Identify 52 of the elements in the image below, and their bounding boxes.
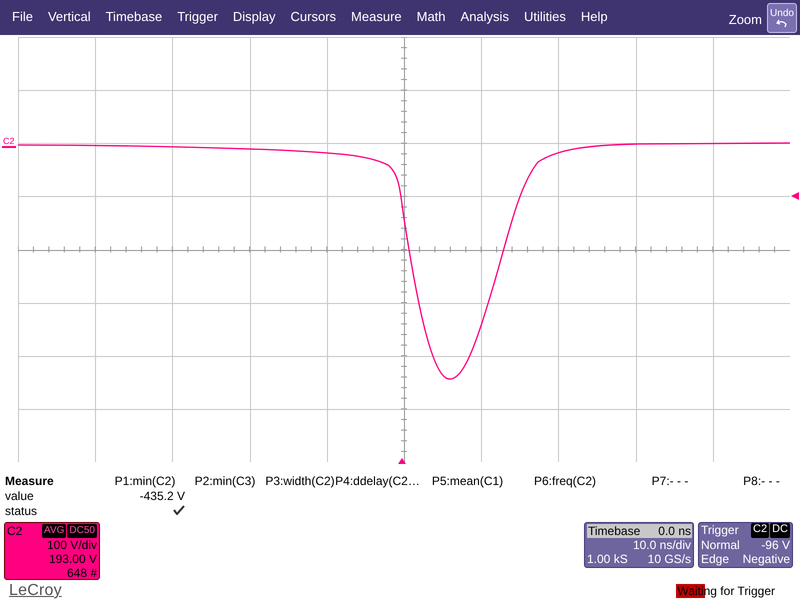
- trigger-setting: -96 V: [761, 538, 790, 552]
- offset-marker: [2, 146, 16, 148]
- undo-button[interactable]: Undo: [767, 2, 797, 32]
- channel-setting: 193.00 V: [48, 552, 97, 566]
- menu-item[interactable]: Analysis: [452, 9, 516, 26]
- timebase-title: Timebase: [588, 524, 640, 538]
- measure-title: Measure: [5, 474, 55, 488]
- trigger-tag: DC: [770, 523, 790, 538]
- parameter-label[interactable]: P1:min(C2): [105, 474, 185, 488]
- channel-tag: DC50: [67, 524, 97, 538]
- parameter-label[interactable]: P2:min(C3): [185, 474, 265, 488]
- timebase-descriptor[interactable]: Timebase 0.0 ns 10.0 ns/div 1.00 kS 10 GS/s: [584, 522, 694, 568]
- parameter-label[interactable]: P4:ddelay(C2…: [335, 474, 420, 488]
- channel-tag: AVG: [42, 524, 66, 538]
- trigger-title: Trigger: [701, 523, 739, 538]
- trigger-level-marker: [791, 192, 799, 200]
- parameter-label[interactable]: P7:- - -: [615, 474, 725, 488]
- row-label: status: [5, 504, 38, 518]
- menu-item[interactable]: Help: [572, 9, 615, 26]
- channel-descriptor[interactable]: C2 AVG DC50 100 V/div 193.00 V 648 #: [4, 522, 100, 580]
- zoom-label[interactable]: Zoom: [728, 12, 762, 27]
- menu-item[interactable]: Timebase: [98, 9, 170, 26]
- trigger-position-marker: [398, 458, 406, 464]
- timebase-setting: 10.0 ns/div: [632, 538, 691, 552]
- menu-item[interactable]: Utilities: [516, 9, 573, 26]
- channel-name: C2: [7, 524, 22, 538]
- menu-item[interactable]: Math: [408, 9, 453, 26]
- channel-marker: C2: [3, 136, 15, 146]
- trigger-setting: Negative: [742, 552, 790, 566]
- brand-logo: LeCroy: [9, 582, 62, 600]
- menu-item[interactable]: Cursors: [282, 9, 344, 26]
- timebase-setting: 1.00 kS: [587, 552, 628, 566]
- row-label: value: [5, 489, 35, 503]
- channel-setting: 648 #: [66, 566, 97, 580]
- parameter-label[interactable]: P8:- - -: [725, 474, 798, 488]
- parameter-label[interactable]: P3:width(C2): [265, 474, 335, 488]
- timebase-setting: 10 GS/s: [648, 552, 691, 566]
- parameter-value: -435.2 V: [138, 489, 185, 503]
- trigger-tag: C2: [751, 523, 770, 538]
- trigger-setting: Normal: [701, 538, 740, 552]
- trigger-setting: Edge: [701, 552, 730, 566]
- menu-item[interactable]: Display: [224, 9, 283, 26]
- timebase-offset: 0.0 ns: [658, 524, 691, 538]
- parameter-label[interactable]: P5:mean(C1): [420, 474, 515, 488]
- undo-icon: [776, 18, 788, 28]
- menu-item[interactable]: File: [4, 9, 40, 26]
- menu-item[interactable]: Vertical: [40, 9, 98, 26]
- trigger-descriptor[interactable]: Trigger C2 DC Normal -96 V Edge Negative: [698, 522, 793, 568]
- menu-item[interactable]: Trigger: [169, 9, 225, 26]
- menu-item[interactable]: Measure: [343, 9, 409, 26]
- channel-setting: 100 V/div: [46, 538, 97, 552]
- parameter-label[interactable]: P6:freq(C2): [515, 474, 615, 488]
